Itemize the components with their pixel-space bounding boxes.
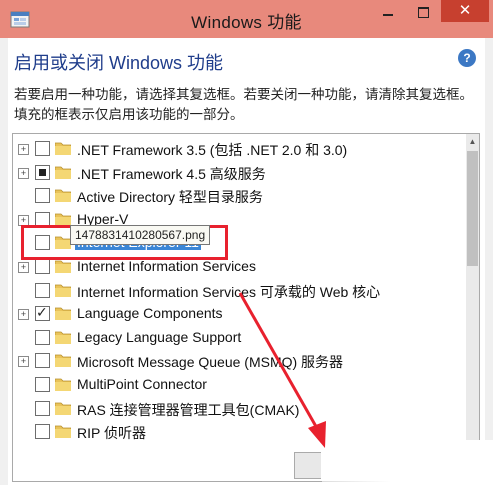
filename-tooltip: 1478831410280567.png	[70, 225, 211, 245]
